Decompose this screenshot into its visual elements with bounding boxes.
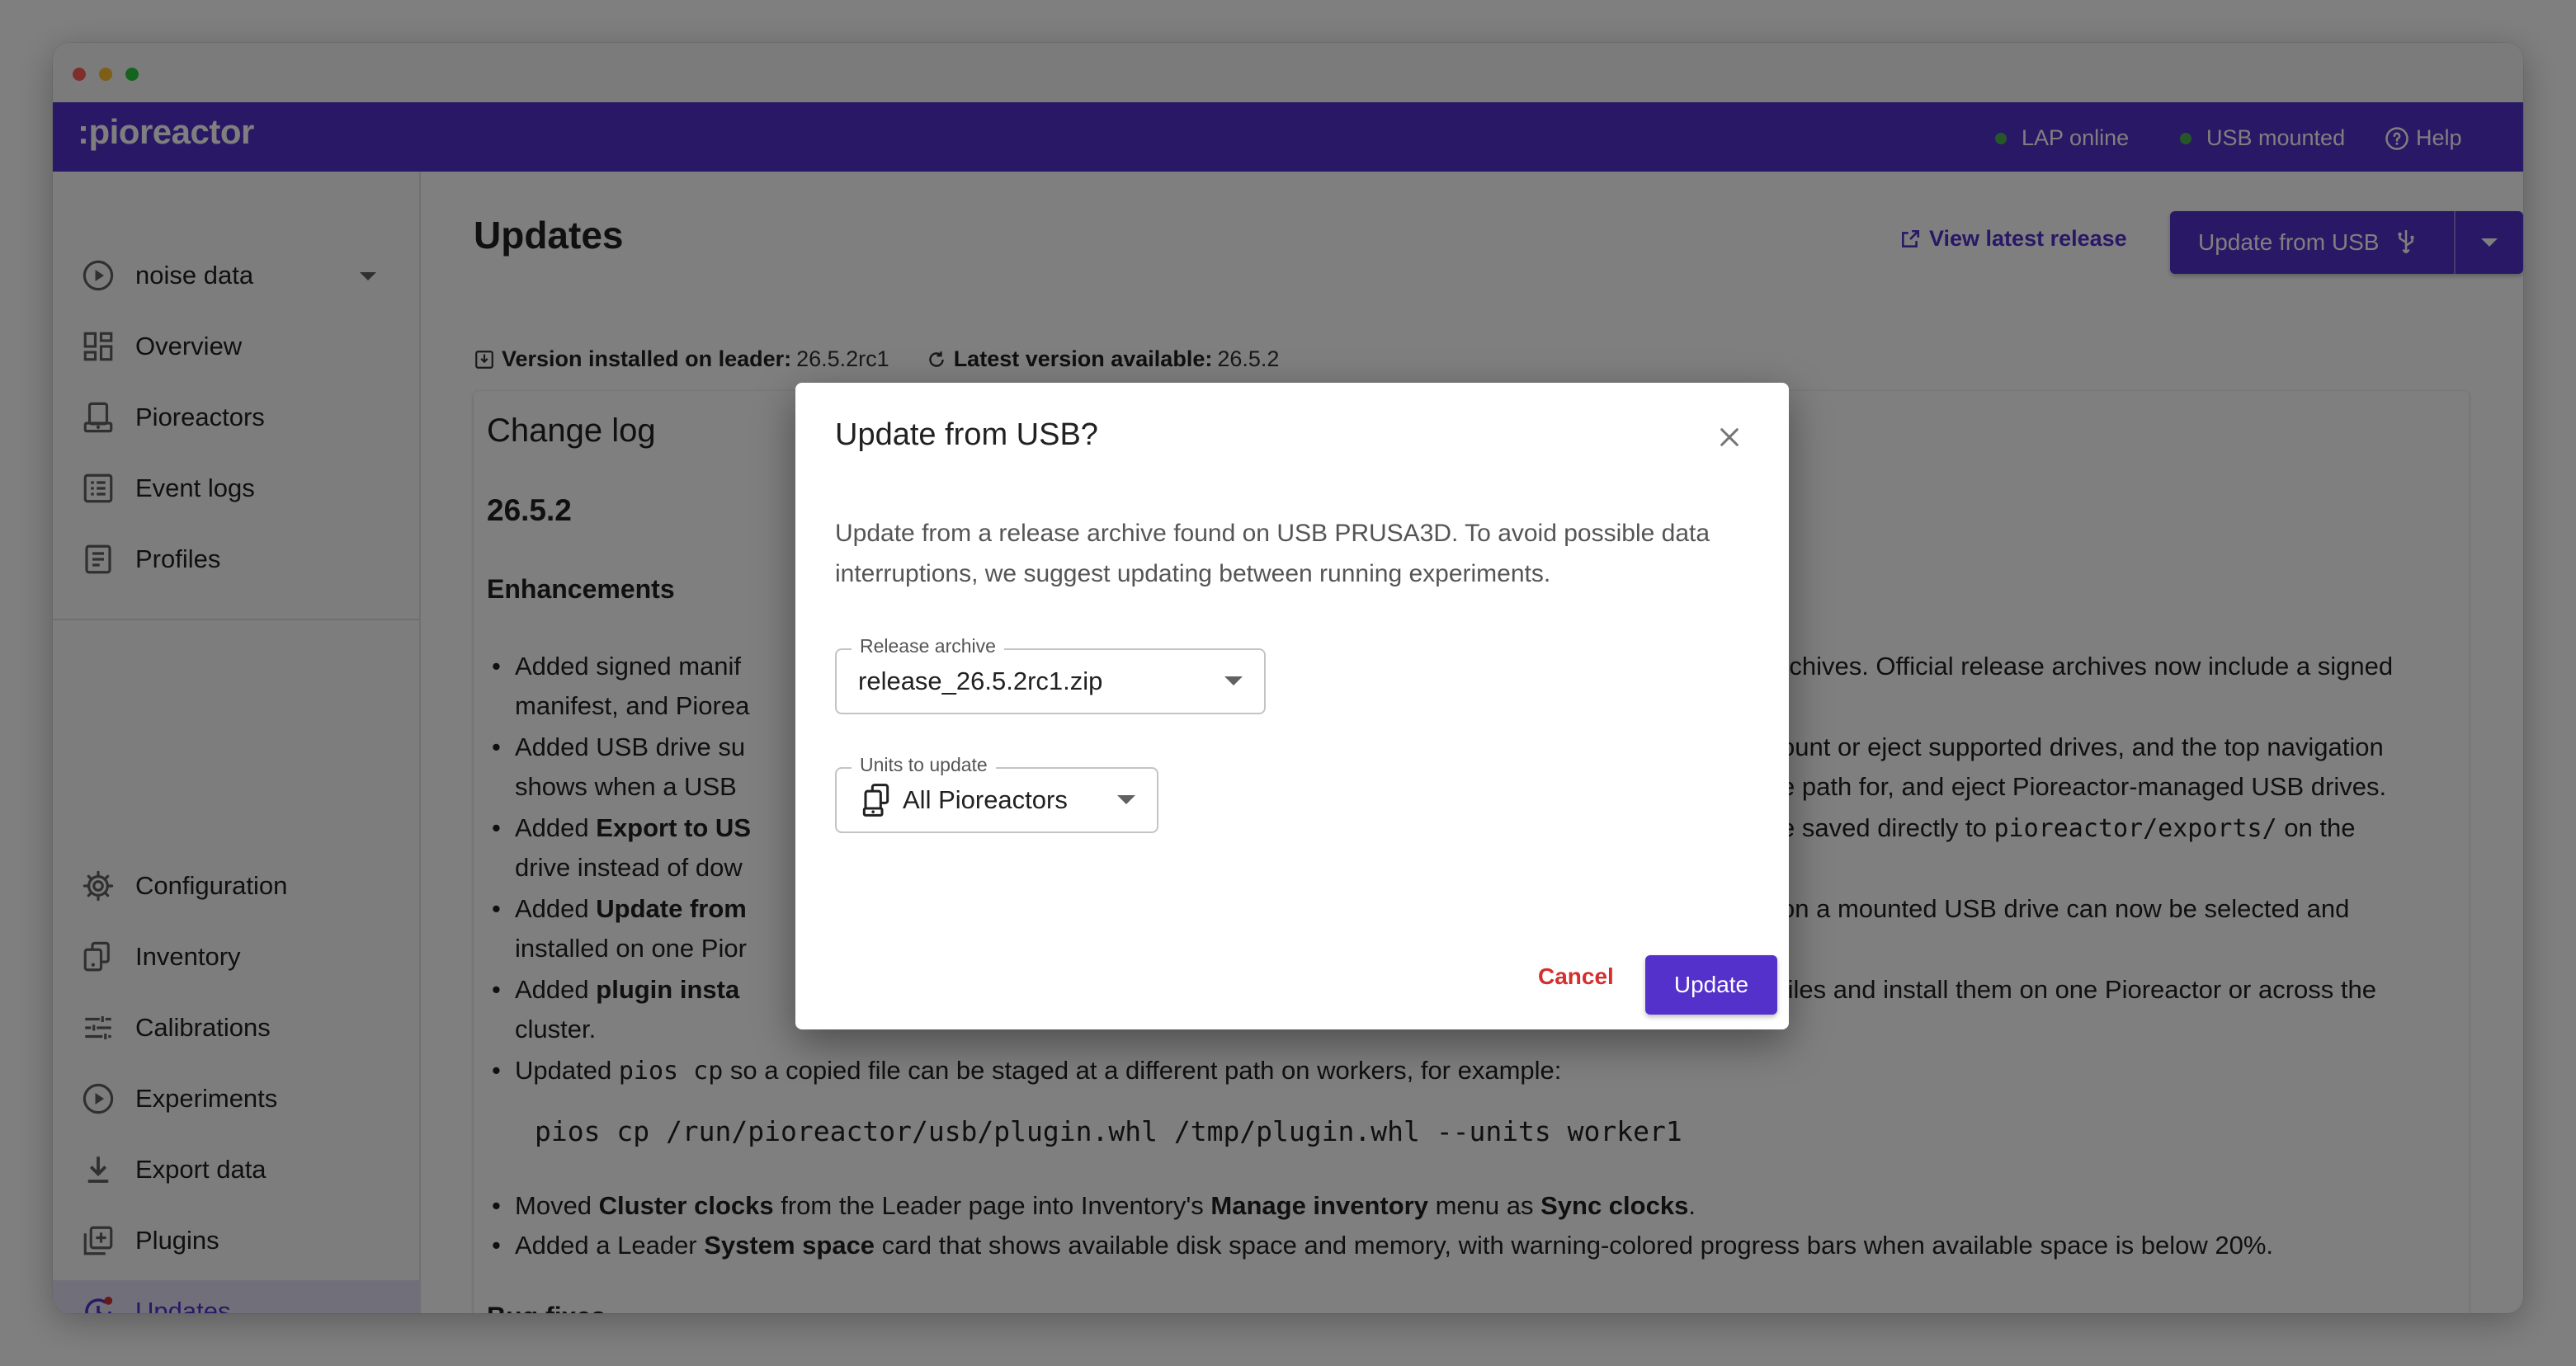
release-archive-select[interactable]: Release archive release_26.5.2rc1.zip <box>835 635 1266 714</box>
cancel-button[interactable]: Cancel <box>1538 963 1614 990</box>
chevron-down-icon <box>1117 795 1135 804</box>
update-button[interactable]: Update <box>1645 955 1777 1015</box>
units-to-update-select[interactable]: Units to update All Pioreactors <box>835 754 1158 833</box>
close-dialog-button[interactable] <box>1706 414 1753 460</box>
update-from-usb-dialog: Update from USB? Update from a release a… <box>795 383 1789 1029</box>
chevron-down-icon <box>1224 676 1243 685</box>
dialog-description: Update from a release archive found on U… <box>835 520 1710 587</box>
release-archive-label: Release archive <box>852 635 1004 657</box>
release-archive-value: release_26.5.2rc1.zip <box>858 667 1103 695</box>
units-to-update-label: Units to update <box>852 754 996 776</box>
dialog-title: Update from USB? <box>835 417 1098 452</box>
units-to-update-value: All Pioreactors <box>903 785 1068 814</box>
pioreactors-icon <box>862 784 889 817</box>
close-icon <box>1720 428 1739 446</box>
